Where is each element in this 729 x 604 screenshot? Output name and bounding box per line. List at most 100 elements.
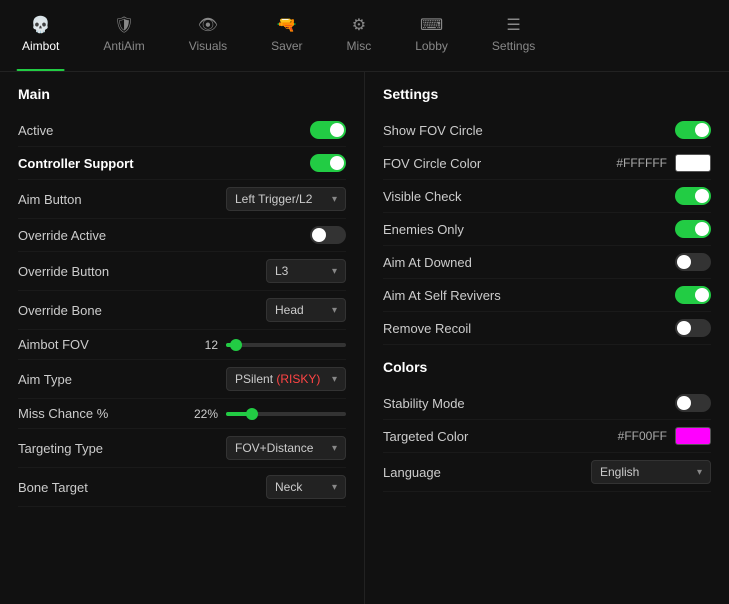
chevron-down-icon: ▾ xyxy=(332,482,337,493)
setting-row-show-fov-circle: Show FOV Circle xyxy=(383,114,711,147)
setting-row-aim-at-downed: Aim At Downed xyxy=(383,246,711,279)
label-stability-mode: Stability Mode xyxy=(383,396,465,411)
setting-row-enemies-only: Enemies Only xyxy=(383,213,711,246)
toggle-aim-at-self-revivers[interactable] xyxy=(675,286,711,304)
setting-row-override-bone: Override Bone Head ▾ xyxy=(18,291,346,330)
label-targeting-type: Targeting Type xyxy=(18,441,103,456)
miss-chance-thumb[interactable] xyxy=(246,408,258,420)
label-targeted-color: Targeted Color xyxy=(383,429,468,444)
chevron-down-icon: ▾ xyxy=(332,194,337,205)
toggle-controller-support[interactable] xyxy=(310,154,346,172)
label-override-button: Override Button xyxy=(18,264,109,279)
nav-item-antiaim[interactable]: 🛡 AntiAim xyxy=(81,0,166,71)
label-language: Language xyxy=(383,465,441,480)
bone-target-value: Neck xyxy=(275,480,302,494)
label-enemies-only: Enemies Only xyxy=(383,222,464,237)
miss-chance-track[interactable] xyxy=(226,412,346,416)
label-aim-button: Aim Button xyxy=(18,192,82,207)
setting-row-override-active: Override Active xyxy=(18,219,346,252)
nav-item-settings[interactable]: ☰ Settings xyxy=(470,0,557,71)
aimbot-fov-track[interactable] xyxy=(226,343,346,347)
toggle-override-active[interactable] xyxy=(310,226,346,244)
nav-label-visuals: Visuals xyxy=(189,39,227,53)
setting-row-aim-type: Aim Type PSilent (RISKY) ▾ xyxy=(18,360,346,399)
chevron-down-icon: ▾ xyxy=(697,467,702,478)
setting-row-targeted-color: Targeted Color #FF00FF xyxy=(383,420,711,453)
setting-row-override-button: Override Button L3 ▾ xyxy=(18,252,346,291)
override-bone-value: Head xyxy=(275,303,304,317)
aimbot-fov-value: 12 xyxy=(190,338,218,352)
aimbot-fov-slider-container: 12 xyxy=(190,338,346,352)
nav-item-saver[interactable]: 🔫 Saver xyxy=(249,0,324,71)
toggle-remove-recoil[interactable] xyxy=(675,319,711,337)
aim-button-value: Left Trigger/L2 xyxy=(235,192,312,206)
setting-row-miss-chance: Miss Chance % 22% xyxy=(18,399,346,429)
nav-item-visuals[interactable]: 👁 Visuals xyxy=(167,0,249,71)
dropdown-aim-type[interactable]: PSilent (RISKY) ▾ xyxy=(226,367,346,391)
dropdown-language[interactable]: English ▾ xyxy=(591,460,711,484)
label-active: Active xyxy=(18,123,53,138)
label-visible-check: Visible Check xyxy=(383,189,462,204)
settings-icon: ☰ xyxy=(506,18,520,34)
setting-row-active: Active xyxy=(18,114,346,147)
dropdown-aim-button[interactable]: Left Trigger/L2 ▾ xyxy=(226,187,346,211)
aimbot-icon: 💀 xyxy=(31,18,51,34)
dropdown-targeting-type[interactable]: FOV+Distance ▾ xyxy=(226,436,346,460)
chevron-down-icon: ▾ xyxy=(332,443,337,454)
setting-row-visible-check: Visible Check xyxy=(383,180,711,213)
miss-chance-value: 22% xyxy=(190,407,218,421)
targeted-color-swatch[interactable] xyxy=(675,427,711,445)
dropdown-bone-target[interactable]: Neck ▾ xyxy=(266,475,346,499)
label-override-active: Override Active xyxy=(18,228,106,243)
targeted-color-hex: #FF00FF xyxy=(618,429,667,443)
label-miss-chance: Miss Chance % xyxy=(18,406,108,421)
nav-label-aimbot: Aimbot xyxy=(22,39,59,53)
nav-bar: 💀 Aimbot 🛡 AntiAim 👁 Visuals 🔫 Saver ⚙ M… xyxy=(0,0,729,72)
risky-badge: (RISKY) xyxy=(276,372,320,386)
setting-row-aim-button: Aim Button Left Trigger/L2 ▾ xyxy=(18,180,346,219)
setting-row-controller-support: Controller Support xyxy=(18,147,346,180)
main-content: Main Active Controller Support Aim Butto… xyxy=(0,72,729,604)
dropdown-override-button[interactable]: L3 ▾ xyxy=(266,259,346,283)
right-section-title-1: Settings xyxy=(383,86,711,102)
label-controller-support: Controller Support xyxy=(18,156,134,171)
targeting-type-value: FOV+Distance xyxy=(235,441,313,455)
label-bone-target: Bone Target xyxy=(18,480,88,495)
nav-label-saver: Saver xyxy=(271,39,302,53)
toggle-aim-at-downed[interactable] xyxy=(675,253,711,271)
misc-icon: ⚙ xyxy=(352,18,366,34)
left-section-title: Main xyxy=(18,86,346,102)
visuals-icon: 👁 xyxy=(198,18,218,34)
aim-type-value: PSilent (RISKY) xyxy=(235,372,320,386)
left-panel: Main Active Controller Support Aim Butto… xyxy=(0,72,365,604)
label-aim-at-self-revivers: Aim At Self Revivers xyxy=(383,288,501,303)
right-section-title-2: Colors xyxy=(383,359,711,375)
setting-row-fov-circle-color: FOV Circle Color #FFFFFF xyxy=(383,147,711,180)
fov-circle-swatch[interactable] xyxy=(675,154,711,172)
toggle-enemies-only[interactable] xyxy=(675,220,711,238)
lobby-icon: ⌨ xyxy=(420,18,443,34)
label-fov-circle-color: FOV Circle Color xyxy=(383,156,481,171)
label-aim-type: Aim Type xyxy=(18,372,72,387)
dropdown-override-bone[interactable]: Head ▾ xyxy=(266,298,346,322)
label-show-fov-circle: Show FOV Circle xyxy=(383,123,483,138)
nav-item-aimbot[interactable]: 💀 Aimbot xyxy=(0,0,81,71)
setting-row-stability-mode: Stability Mode xyxy=(383,387,711,420)
aimbot-fov-thumb[interactable] xyxy=(230,339,242,351)
override-button-value: L3 xyxy=(275,264,288,278)
right-panel: Settings Show FOV Circle FOV Circle Colo… xyxy=(365,72,729,604)
miss-chance-slider-container: 22% xyxy=(190,407,346,421)
nav-item-misc[interactable]: ⚙ Misc xyxy=(325,0,394,71)
setting-row-language: Language English ▾ xyxy=(383,453,711,492)
toggle-stability-mode[interactable] xyxy=(675,394,711,412)
fov-circle-color-row: #FFFFFF xyxy=(616,154,711,172)
toggle-active[interactable] xyxy=(310,121,346,139)
setting-row-aim-at-self-revivers: Aim At Self Revivers xyxy=(383,279,711,312)
chevron-down-icon: ▾ xyxy=(332,305,337,316)
toggle-show-fov-circle[interactable] xyxy=(675,121,711,139)
setting-row-bone-target: Bone Target Neck ▾ xyxy=(18,468,346,507)
nav-label-antiaim: AntiAim xyxy=(103,39,144,53)
toggle-visible-check[interactable] xyxy=(675,187,711,205)
setting-row-aimbot-fov: Aimbot FOV 12 xyxy=(18,330,346,360)
nav-item-lobby[interactable]: ⌨ Lobby xyxy=(393,0,470,71)
